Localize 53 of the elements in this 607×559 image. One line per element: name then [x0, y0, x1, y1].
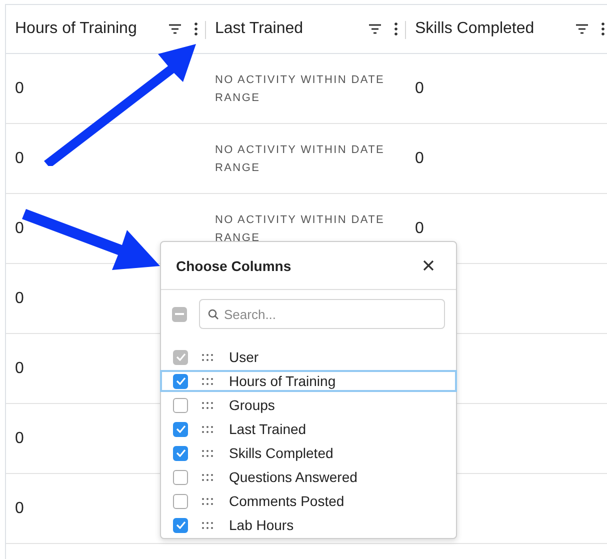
select-all-checkbox[interactable] — [172, 306, 187, 322]
checkmark-icon — [176, 353, 186, 361]
column-option[interactable]: Lab Hours — [160, 514, 457, 536]
status-text: NO ACTIVITY WITHIN DATE RANGE — [215, 72, 386, 106]
checkmark-icon — [176, 377, 186, 385]
checkbox[interactable] — [173, 470, 188, 484]
column-header[interactable]: Hours of Training — [15, 20, 156, 38]
table-cell: 0 — [15, 290, 24, 308]
drag-handle-icon[interactable] — [202, 378, 213, 384]
column-header[interactable]: Skills Completed — [415, 20, 563, 38]
checkmark-icon — [176, 425, 186, 433]
panel-title: Choose Columns — [176, 258, 292, 274]
table-cell: 0 — [15, 360, 24, 378]
column-option[interactable]: Questions Answered — [160, 466, 457, 488]
more-icon[interactable] — [394, 22, 398, 36]
checkbox[interactable] — [173, 518, 188, 532]
drag-handle-icon[interactable] — [202, 522, 213, 528]
column-option[interactable]: Hours of Training — [160, 370, 457, 392]
table-cell: 0 — [415, 150, 424, 168]
checkbox[interactable] — [173, 422, 188, 436]
drag-handle-icon[interactable] — [202, 498, 213, 504]
column-option[interactable]: Last Trained — [160, 418, 457, 440]
filter-icon[interactable] — [575, 23, 589, 35]
drag-handle-icon[interactable] — [202, 426, 213, 432]
close-icon — [423, 260, 434, 271]
status-text: NO ACTIVITY WITHIN DATE RANGE — [215, 212, 386, 246]
column-option[interactable]: Skills Completed — [160, 442, 457, 464]
checkmark-icon — [176, 521, 186, 529]
drag-handle-icon[interactable] — [202, 474, 213, 480]
table-cell: 0 — [15, 500, 24, 518]
table-cell: 0 — [15, 220, 24, 238]
checkbox[interactable] — [173, 446, 188, 460]
table-cell: 0 — [15, 80, 24, 98]
column-option[interactable]: Groups — [160, 394, 457, 416]
checkbox[interactable] — [173, 398, 188, 412]
table-cell: 0 — [415, 220, 424, 238]
checkbox[interactable] — [173, 494, 188, 508]
more-icon[interactable] — [601, 22, 605, 36]
more-icon[interactable] — [194, 22, 198, 36]
status-text: NO ACTIVITY WITHIN DATE RANGE — [215, 142, 386, 176]
drag-handle-icon[interactable] — [202, 450, 213, 456]
filter-icon[interactable] — [368, 23, 382, 35]
table-cell: 0 — [15, 430, 24, 448]
table-cell: 0 — [415, 80, 424, 98]
checkmark-icon — [176, 449, 186, 457]
column-option[interactable]: Comments Posted — [160, 490, 457, 512]
drag-handle-icon[interactable] — [202, 402, 213, 408]
search-field[interactable]: Search... — [199, 299, 445, 329]
close-button[interactable] — [421, 258, 436, 273]
filter-icon[interactable] — [168, 23, 182, 35]
table-cell: 0 — [15, 150, 24, 168]
checkbox[interactable] — [173, 374, 188, 388]
column-header[interactable]: Last Trained — [215, 20, 356, 38]
